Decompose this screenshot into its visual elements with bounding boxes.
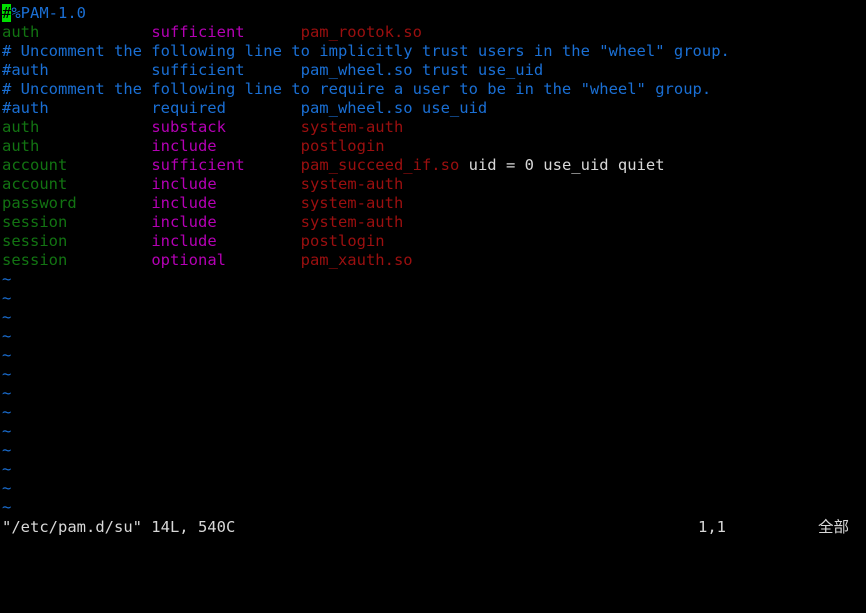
pam-module: postlogin	[300, 137, 385, 155]
pam-type: auth	[2, 23, 40, 41]
buffer-line-12[interactable]: session include system-auth	[2, 213, 866, 232]
buffer-line-4[interactable]: #auth sufficient pam_wheel.so trust use_…	[2, 61, 866, 80]
empty-line-marker: ~	[2, 441, 866, 460]
status-filename: "/etc/pam.d/su" 14L, 540C	[2, 518, 236, 536]
pad	[217, 194, 301, 212]
pam-control: include	[151, 232, 217, 250]
pam-module: system-auth	[300, 194, 404, 212]
buffer-line-5[interactable]: # Uncomment the following line to requir…	[2, 80, 866, 99]
status-scroll-indicator: 全部	[818, 518, 850, 536]
empty-line-marker: ~	[2, 460, 866, 479]
pad	[39, 118, 151, 136]
pam-control: sufficient	[151, 156, 245, 174]
line-text: #auth required pam_wheel.so use_uid	[2, 99, 488, 117]
pad	[67, 156, 151, 174]
vim-cursor-block: #	[2, 4, 12, 22]
tilde-glyph: ~	[2, 289, 12, 307]
pad	[67, 232, 151, 250]
empty-line-marker: ~	[2, 308, 866, 327]
pam-module: system-auth	[300, 175, 404, 193]
empty-line-marker: ~	[2, 422, 866, 441]
buffer-line-6[interactable]: #auth required pam_wheel.so use_uid	[2, 99, 866, 118]
tilde-glyph: ~	[2, 479, 12, 497]
empty-line-marker: ~	[2, 270, 866, 289]
empty-line-markers: ~ ~ ~ ~ ~ ~ ~ ~ ~ ~ ~ ~ ~	[2, 270, 866, 517]
pad	[77, 194, 152, 212]
pam-type: auth	[2, 137, 40, 155]
pad	[217, 137, 301, 155]
pad	[226, 251, 301, 269]
buffer-line-2[interactable]: auth sufficient pam_rootok.so	[2, 23, 866, 42]
tilde-glyph: ~	[2, 441, 12, 459]
status-cursor-position: 1,1	[698, 518, 726, 536]
pad	[245, 23, 301, 41]
line-text: %PAM-1.0	[11, 4, 86, 22]
pam-type: auth	[2, 118, 40, 136]
pam-module: postlogin	[300, 232, 385, 250]
tilde-glyph: ~	[2, 403, 12, 421]
buffer-line-9[interactable]: account sufficient pam_succeed_if.so uid…	[2, 156, 866, 175]
empty-line-marker: ~	[2, 346, 866, 365]
buffer-line-11[interactable]: password include system-auth	[2, 194, 866, 213]
pad	[39, 23, 151, 41]
pam-type: session	[2, 213, 68, 231]
pam-module: pam_rootok.so	[300, 23, 422, 41]
pam-type: session	[2, 232, 68, 250]
pam-type: session	[2, 251, 68, 269]
pam-control: substack	[151, 118, 226, 136]
empty-line-marker: ~	[2, 289, 866, 308]
tilde-glyph: ~	[2, 460, 12, 478]
pad	[245, 156, 301, 174]
pad	[217, 232, 301, 250]
tilde-glyph: ~	[2, 346, 12, 364]
pad	[226, 118, 301, 136]
pam-module: system-auth	[300, 213, 404, 231]
tilde-glyph: ~	[2, 384, 12, 402]
empty-line-marker: ~	[2, 498, 866, 517]
empty-line-marker: ~	[2, 479, 866, 498]
pam-module: system-auth	[300, 118, 404, 136]
pad	[217, 213, 301, 231]
line-text: #auth sufficient pam_wheel.so trust use_…	[2, 61, 544, 79]
line-text: # Uncomment the following line to implic…	[2, 42, 730, 60]
empty-line-marker: ~	[2, 365, 866, 384]
pam-type: account	[2, 156, 68, 174]
pad	[67, 213, 151, 231]
pam-type: password	[2, 194, 77, 212]
pam-control: sufficient	[151, 23, 245, 41]
vim-text-buffer[interactable]: #%PAM-1.0 auth sufficient pam_rootok.so …	[0, 0, 866, 516]
tilde-glyph: ~	[2, 327, 12, 345]
buffer-line-10[interactable]: account include system-auth	[2, 175, 866, 194]
tilde-glyph: ~	[2, 270, 12, 288]
tilde-glyph: ~	[2, 422, 12, 440]
tilde-glyph: ~	[2, 308, 12, 326]
buffer-line-13[interactable]: session include postlogin	[2, 232, 866, 251]
empty-line-marker: ~	[2, 384, 866, 403]
pad	[39, 137, 151, 155]
buffer-line-1[interactable]: #%PAM-1.0	[2, 4, 866, 23]
vim-status-line: "/etc/pam.d/su" 14L, 540C 1,1 全部	[0, 518, 866, 540]
empty-line-marker: ~	[2, 327, 866, 346]
pam-type: account	[2, 175, 68, 193]
pam-control: include	[151, 175, 217, 193]
pam-args: uid = 0 use_uid quiet	[459, 156, 665, 174]
buffer-line-14[interactable]: session optional pam_xauth.so	[2, 251, 866, 270]
pam-control: optional	[151, 251, 226, 269]
pad	[67, 175, 151, 193]
line-text: # Uncomment the following line to requir…	[2, 80, 712, 98]
pad	[217, 175, 301, 193]
empty-line-marker: ~	[2, 403, 866, 422]
pam-module: pam_succeed_if.so	[300, 156, 460, 174]
tilde-glyph: ~	[2, 498, 12, 516]
terminal-window: #%PAM-1.0 auth sufficient pam_rootok.so …	[0, 0, 866, 544]
pam-control: include	[151, 213, 217, 231]
pam-module: pam_xauth.so	[300, 251, 413, 269]
pad	[67, 251, 151, 269]
pam-control: include	[151, 137, 217, 155]
buffer-line-7[interactable]: auth substack system-auth	[2, 118, 866, 137]
tilde-glyph: ~	[2, 365, 12, 383]
buffer-line-3[interactable]: # Uncomment the following line to implic…	[2, 42, 866, 61]
pam-control: include	[151, 194, 217, 212]
buffer-line-8[interactable]: auth include postlogin	[2, 137, 866, 156]
